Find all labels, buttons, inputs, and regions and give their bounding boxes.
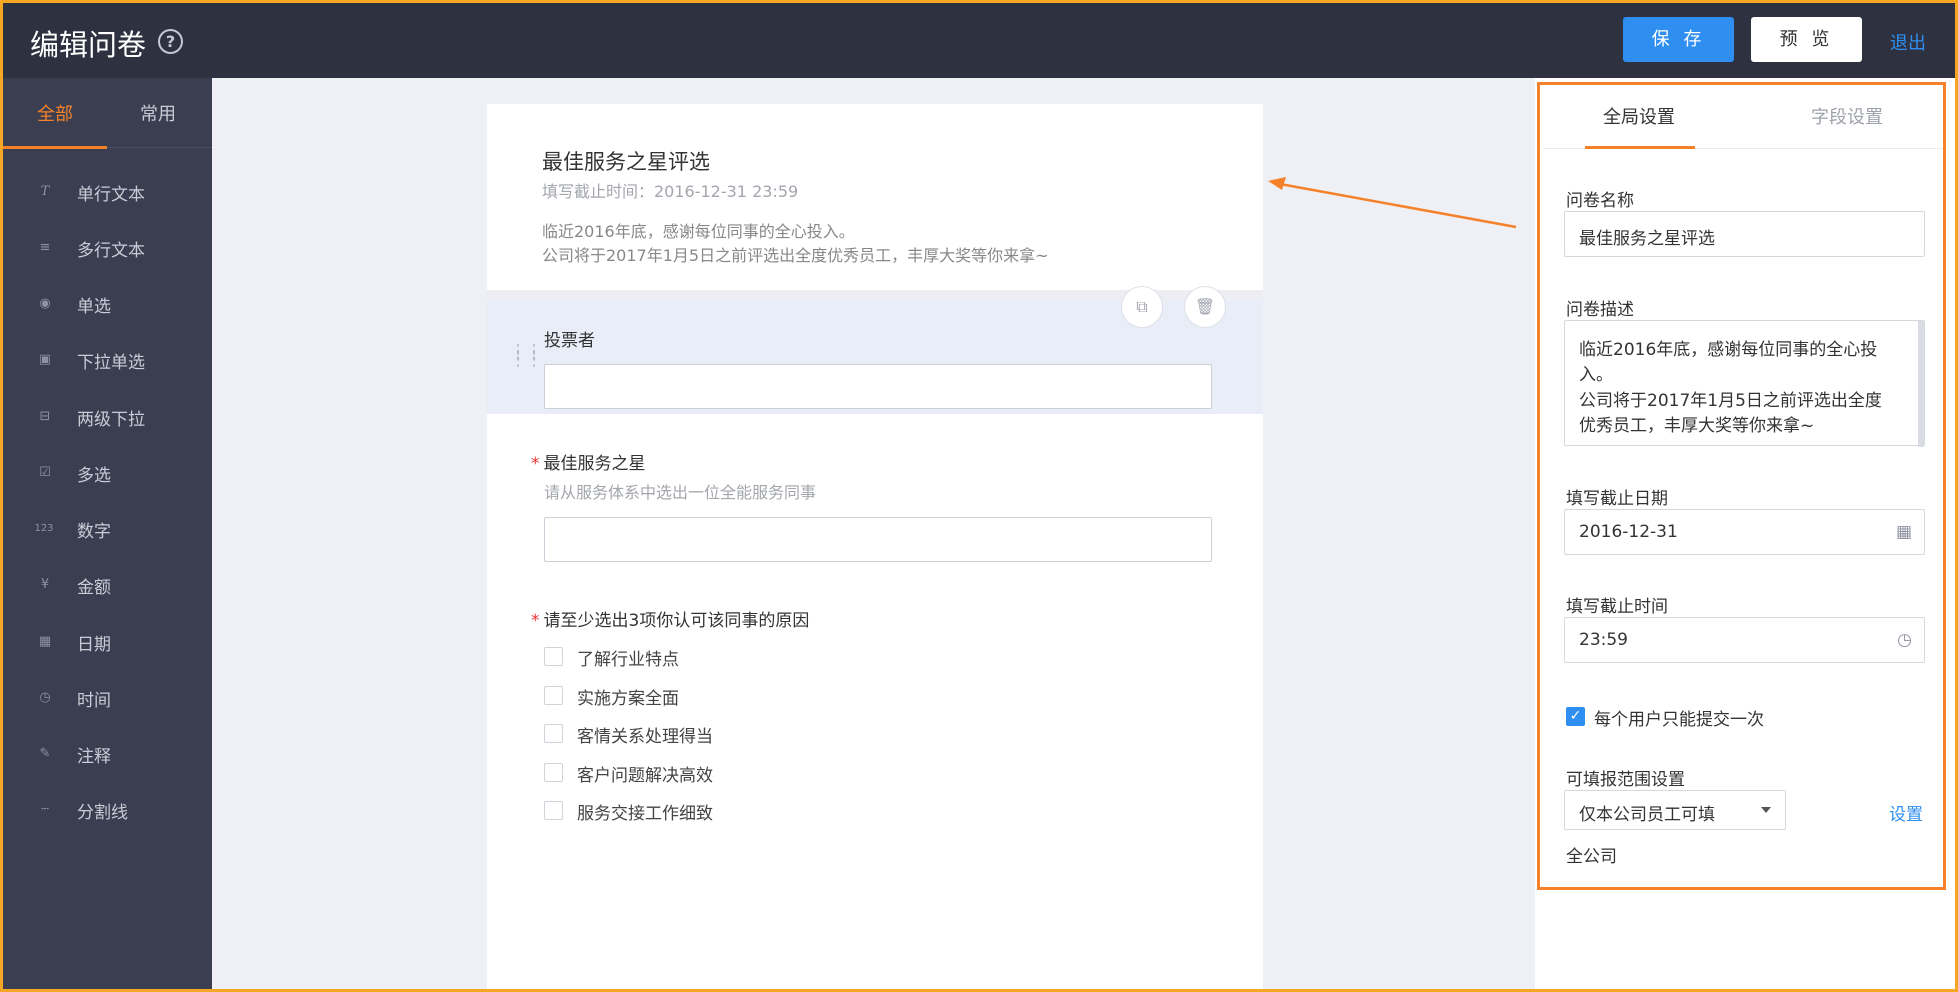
clock-icon: ◷	[39, 690, 51, 705]
sidebar-item-label: 注释	[77, 747, 111, 767]
checkbox[interactable]	[544, 647, 563, 666]
text-icon: T	[40, 184, 50, 199]
sidebar-item-radio[interactable]: ◉ 单选	[0, 276, 212, 332]
page-title: 编辑问卷	[30, 28, 147, 62]
option-label: 客情关系处理得当	[577, 727, 713, 747]
form-canvas: 最佳服务之星评选 填写截止时间：2016-12-31 23:59 临近2016年…	[487, 104, 1263, 992]
currency-icon: ¥	[40, 577, 50, 592]
form-title: 最佳服务之星评选	[542, 150, 710, 174]
field-palette-sidebar: 全部 常用 T 单行文本 ≡ 多行文本 ◉ 单选 ▣ 下拉单选 ⊟ 两级下拉 ☑…	[0, 78, 212, 992]
tab-common[interactable]: 常用	[140, 100, 176, 126]
option-label: 服务交接工作细致	[577, 804, 713, 824]
sidebar-item-label: 两级下拉	[77, 410, 145, 430]
delete-icon[interactable]: 🗑	[1184, 286, 1226, 328]
field-label-best-star: * 最佳服务之星	[531, 454, 646, 474]
exit-link[interactable]: 退出	[1890, 29, 1926, 55]
required-mark: *	[531, 611, 540, 631]
drag-handle-icon[interactable]: ⋮⋮ ⋮⋮	[509, 343, 543, 374]
divider-icon: ┄	[41, 802, 49, 817]
sidebar-item-label: 多选	[77, 466, 111, 486]
checkbox[interactable]	[544, 763, 563, 782]
option-label: 了解行业特点	[577, 650, 679, 670]
number-icon: 123	[34, 523, 54, 534]
sidebar-item-single-text[interactable]: T 单行文本	[0, 164, 212, 220]
sidebar-item-label: 多行文本	[77, 241, 145, 261]
help-icon[interactable]: ?	[158, 29, 183, 54]
form-deadline: 填写截止时间：2016-12-31 23:59	[542, 182, 799, 201]
sidebar-item-label: 分割线	[77, 803, 128, 823]
field-label: 投票者	[544, 331, 595, 351]
copy-icon[interactable]: ⧉	[1121, 286, 1163, 328]
checkbox[interactable]	[544, 801, 563, 820]
sidebar-item-label: 数字	[77, 522, 111, 542]
sidebar-item-time[interactable]: ◷ 时间	[0, 670, 212, 726]
field-label-reasons: * 请至少选出3项你认可该同事的原因	[531, 611, 810, 631]
calendar-icon: ▦	[38, 634, 52, 649]
multiline-icon: ≡	[39, 240, 51, 255]
save-button[interactable]: 保 存	[1623, 17, 1734, 62]
sidebar-item-checkbox[interactable]: ☑ 多选	[0, 445, 212, 501]
sidebar-item-dropdown[interactable]: ▣ 下拉单选	[0, 332, 212, 388]
sidebar-item-cascade[interactable]: ⊟ 两级下拉	[0, 389, 212, 445]
sidebar-item-multi-text[interactable]: ≡ 多行文本	[0, 220, 212, 276]
active-tab-indicator	[0, 146, 107, 149]
field-help-text: 请从服务体系中选出一位全能服务同事	[544, 483, 817, 502]
sidebar-item-number[interactable]: 123 数字	[0, 501, 212, 557]
sidebar-item-label: 金额	[77, 578, 111, 598]
callout-arrow	[1268, 177, 1517, 229]
sidebar-item-divider[interactable]: ┄ 分割线	[0, 782, 212, 838]
cascade-dropdown-icon: ⊟	[39, 409, 51, 424]
sidebar-item-currency[interactable]: ¥ 金额	[0, 557, 212, 613]
sidebar-item-label: 时间	[77, 691, 111, 711]
pin-icon: ✎	[39, 746, 51, 761]
sidebar-item-label: 单选	[77, 297, 111, 317]
option-label: 实施方案全面	[577, 689, 679, 709]
option-label: 客户问题解决高效	[577, 766, 713, 786]
sidebar-tabs: 全部 常用	[0, 78, 212, 149]
checkbox-icon: ☑	[39, 465, 51, 480]
form-description-line: 公司将于2017年1月5日之前评选出全度优秀员工，丰厚大奖等你来拿~	[542, 246, 1049, 265]
top-header: 编辑问卷 ? 保 存 预 览 退出	[0, 0, 1958, 78]
sidebar-item-date[interactable]: ▦ 日期	[0, 614, 212, 670]
sidebar-item-annotation[interactable]: ✎ 注释	[0, 726, 212, 782]
best-star-input[interactable]	[544, 517, 1212, 562]
sidebar-item-label: 单行文本	[77, 185, 145, 205]
tab-all[interactable]: 全部	[37, 100, 73, 126]
highlight-border	[1537, 82, 1946, 890]
voter-input[interactable]	[544, 364, 1212, 409]
checkbox[interactable]	[544, 686, 563, 705]
dropdown-icon: ▣	[38, 352, 52, 367]
sidebar-item-label: 日期	[77, 635, 111, 655]
form-description-line: 临近2016年底，感谢每位同事的全心投入。	[542, 222, 855, 241]
checkbox[interactable]	[544, 724, 563, 743]
preview-button[interactable]: 预 览	[1751, 17, 1862, 62]
required-mark: *	[531, 454, 540, 474]
sidebar-item-label: 下拉单选	[77, 353, 145, 373]
radio-icon: ◉	[39, 296, 51, 311]
